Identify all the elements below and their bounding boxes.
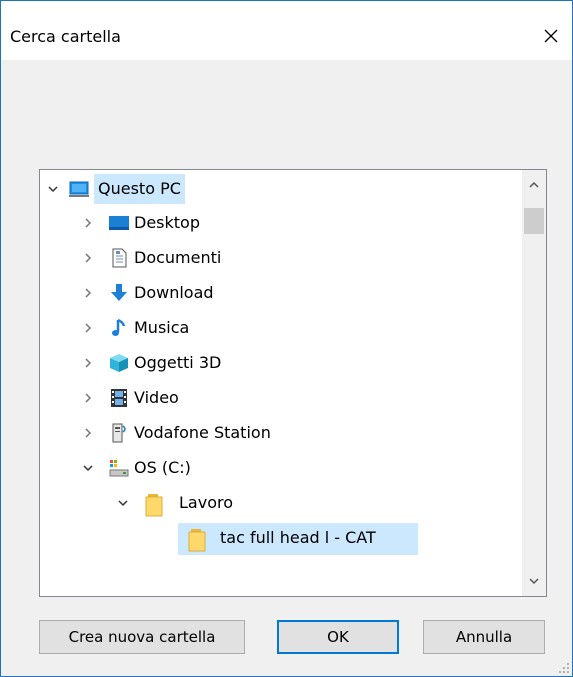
drive-icon xyxy=(108,457,130,479)
tree-item-label: Oggetti 3D xyxy=(134,353,222,372)
chevron-down-icon[interactable] xyxy=(77,457,99,479)
close-icon xyxy=(544,29,558,43)
chevron-down-icon[interactable] xyxy=(42,178,64,200)
video-film-icon xyxy=(108,387,130,409)
vertical-scrollbar[interactable] xyxy=(522,170,546,596)
music-note-icon xyxy=(108,317,130,339)
tree-item-label: Musica xyxy=(134,318,190,337)
computer-icon xyxy=(68,178,90,200)
chevron-up-icon xyxy=(529,181,539,188)
chevron-right-icon[interactable] xyxy=(77,422,99,444)
folder-icon xyxy=(144,492,166,517)
tree-item-label: tac full head l - CAT xyxy=(220,528,376,547)
tree-item-desktop[interactable]: Desktop xyxy=(40,208,520,238)
scroll-up-button[interactable] xyxy=(522,170,546,200)
new-folder-button[interactable]: Crea nuova cartella xyxy=(39,620,245,654)
download-arrow-icon xyxy=(108,282,130,304)
desktop-folder-icon xyxy=(108,212,130,234)
chevron-right-icon[interactable] xyxy=(77,317,99,339)
dialog-title: Cerca cartella xyxy=(10,27,121,46)
network-device-icon xyxy=(108,422,130,444)
browse-folder-dialog: Cerca cartella Questo PC Desktop Documen… xyxy=(0,0,573,677)
tree-item-questo-pc[interactable]: Questo PC xyxy=(40,174,520,204)
chevron-right-icon[interactable] xyxy=(77,212,99,234)
chevron-right-icon[interactable] xyxy=(77,282,99,304)
close-button[interactable] xyxy=(530,15,572,57)
tree-item-label: Documenti xyxy=(134,248,222,267)
scroll-down-button[interactable] xyxy=(522,566,546,596)
tree-item-download[interactable]: Download xyxy=(40,278,520,308)
tree-item-label: Video xyxy=(134,388,179,407)
documents-folder-icon xyxy=(108,247,130,269)
tree-item-tac-full-head[interactable]: tac full head l - CAT xyxy=(40,523,520,555)
folder-icon xyxy=(187,527,209,552)
scroll-thumb[interactable] xyxy=(524,208,544,234)
tree-item-documenti[interactable]: Documenti xyxy=(40,243,520,273)
3d-objects-icon xyxy=(108,352,130,374)
chevron-right-icon[interactable] xyxy=(77,247,99,269)
resize-grip-icon[interactable] xyxy=(558,662,570,674)
chevron-down-icon[interactable] xyxy=(112,492,134,514)
tree-item-label: Download xyxy=(134,283,214,302)
tree-item-label: Desktop xyxy=(134,213,200,232)
tree-item-oggetti-3d[interactable]: Oggetti 3D xyxy=(40,348,520,378)
tree-item-label: Questo PC xyxy=(94,174,185,204)
ok-button[interactable]: OK xyxy=(277,620,399,654)
folder-tree[interactable]: Questo PC Desktop Documenti Download Mus… xyxy=(39,169,547,597)
cancel-button[interactable]: Annulla xyxy=(423,620,545,654)
tree-item-label: Lavoro xyxy=(179,493,233,512)
chevron-right-icon[interactable] xyxy=(77,352,99,374)
chevron-down-icon xyxy=(529,578,539,585)
title-bar: Cerca cartella xyxy=(1,1,572,60)
tree-item-label: Vodafone Station xyxy=(134,423,271,442)
chevron-right-icon[interactable] xyxy=(77,387,99,409)
tree-item-video[interactable]: Video xyxy=(40,383,520,413)
tree-item-vodafone-station[interactable]: Vodafone Station xyxy=(40,418,520,448)
tree-item-os-c[interactable]: OS (C:) xyxy=(40,453,520,483)
tree-item-label: OS (C:) xyxy=(134,458,191,477)
tree-item-musica[interactable]: Musica xyxy=(40,313,520,343)
tree-item-lavoro[interactable]: Lavoro xyxy=(40,488,520,518)
